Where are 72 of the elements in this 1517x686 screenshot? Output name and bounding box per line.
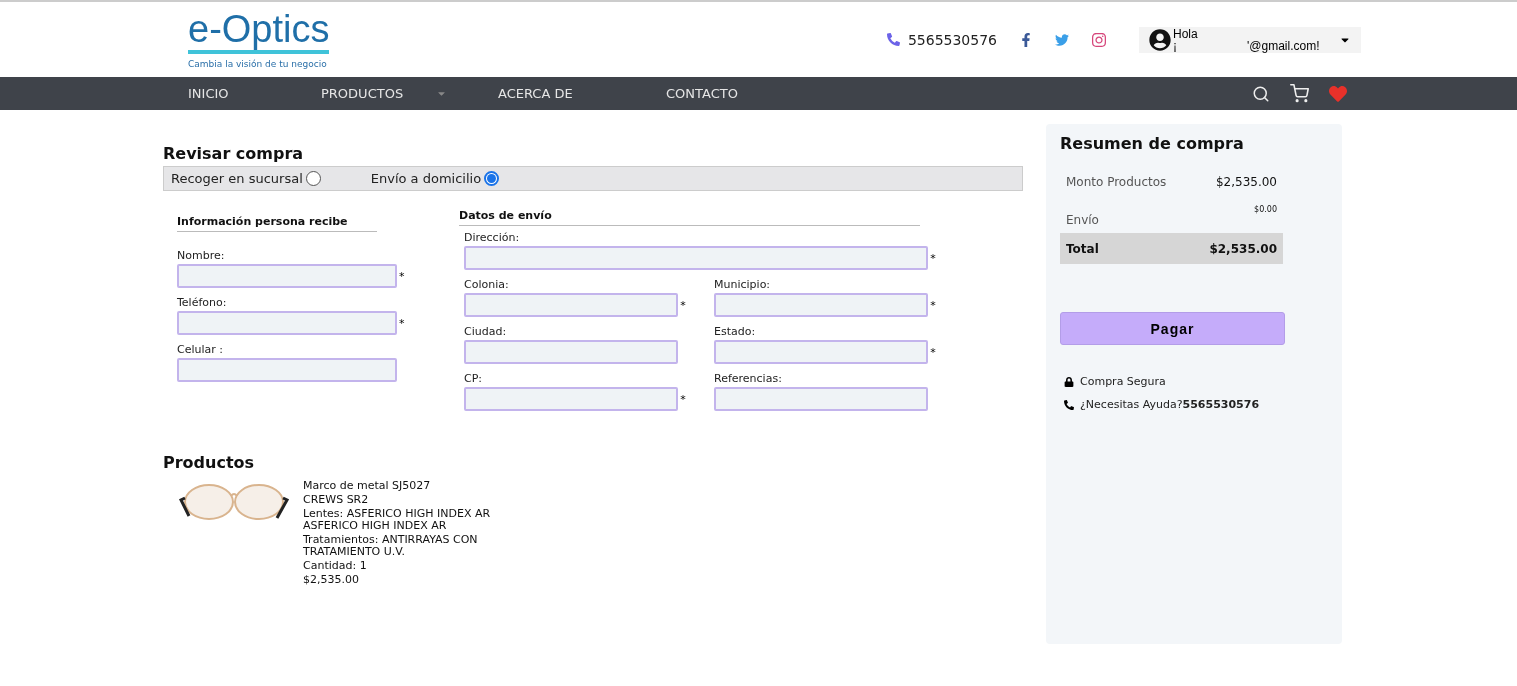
input-field[interactable]	[464, 387, 679, 411]
avatar-icon	[1149, 28, 1171, 51]
lock-icon	[1064, 376, 1074, 387]
field-label: Celular :	[177, 343, 224, 356]
required-mark: *	[680, 298, 687, 312]
field-label: Referencias:	[714, 372, 783, 385]
section-heading: Productos	[163, 453, 256, 472]
field-label: Estado:	[714, 325, 757, 338]
summary-title: Resumen de compra	[1060, 134, 1245, 153]
instagram-icon[interactable]	[1091, 31, 1107, 48]
required-mark: *	[399, 316, 406, 330]
nav-link[interactable]: ACERCA DE	[498, 86, 573, 101]
phone-icon	[1064, 399, 1074, 410]
page-title: Revisar compra	[163, 144, 305, 163]
input-field[interactable]	[464, 340, 679, 364]
summary-value: $0.00	[1254, 205, 1277, 214]
field-label: Municipio:	[714, 278, 772, 291]
input-field[interactable]	[177, 358, 397, 382]
nav-link[interactable]: PRODUCTOS	[321, 86, 404, 101]
input-field[interactable]	[714, 387, 929, 411]
phone-number: 5565530576	[907, 31, 997, 48]
product-detail: CREWS SR2	[303, 494, 370, 506]
summary-value: $2,535.00	[1209, 241, 1277, 256]
product-detail: $2,535.00	[303, 574, 360, 586]
required-mark: *	[930, 345, 937, 359]
summary-value: $2,535.00	[1215, 175, 1277, 189]
product-detail: Tratamientos: ANTIRRAYAS CON TRATAMIENTO U.V.	[303, 534, 479, 558]
input-field[interactable]	[177, 264, 397, 288]
logo-title[interactable]: e-Optics	[188, 10, 330, 54]
delivery-option[interactable]: Envío a domicilio	[370, 171, 500, 186]
radio-button[interactable]	[484, 171, 500, 186]
product-detail: Marco de metal SJ5027	[303, 480, 432, 492]
summary-label: Total	[1066, 241, 1099, 256]
delivery-option[interactable]: Recoger en sucursal	[171, 171, 321, 186]
cart-icon[interactable]	[1290, 84, 1309, 103]
field-label: Nombre:	[177, 249, 226, 262]
facebook-icon[interactable]	[1019, 32, 1033, 47]
summary-label: Monto Productos	[1066, 175, 1167, 189]
heart-icon[interactable]	[1329, 84, 1347, 103]
input-field[interactable]	[714, 293, 929, 317]
required-mark: *	[680, 392, 687, 406]
required-mark: *	[930, 251, 937, 265]
input-field[interactable]	[177, 311, 397, 335]
required-mark: *	[399, 269, 406, 283]
field-label: Ciudad:	[464, 325, 508, 338]
product-detail: Cantidad: 1	[303, 560, 368, 572]
greeting-text: Hola	[1173, 27, 1199, 40]
input-field[interactable]	[464, 293, 679, 317]
twitter-icon[interactable]	[1055, 32, 1069, 47]
user-menu[interactable]: Hola ¡ '@gmail.com!	[1139, 26, 1361, 53]
field-label: Teléfono:	[177, 296, 228, 309]
pay-button[interactable]: Pagar	[1060, 312, 1285, 345]
required-mark: *	[930, 298, 937, 312]
radio-button[interactable]	[305, 171, 321, 186]
section-title: Información persona recibe	[177, 215, 377, 232]
secure-text: Compra Segura	[1080, 375, 1166, 388]
help-text: ¿Necesitas Ayuda?5565530576	[1080, 398, 1260, 411]
summary-label: Envío	[1066, 213, 1099, 227]
email-text: '@gmail.com!	[1247, 39, 1320, 52]
section-title: Datos de envío	[459, 209, 920, 226]
field-label: Colonia:	[464, 278, 510, 291]
phone-icon	[886, 33, 900, 46]
email-text: ¡	[1173, 39, 1177, 52]
field-label: Dirección:	[464, 231, 521, 244]
field-label: CP:	[464, 372, 484, 385]
nav-link[interactable]: INICIO	[188, 86, 229, 101]
input-field[interactable]	[714, 340, 929, 364]
product-detail: Lentes: ASFERICO HIGH INDEX AR ASFERICO HIGH INDEX AR	[303, 508, 492, 532]
nav-link[interactable]: CONTACTO	[666, 86, 738, 101]
logo-tagline: Cambia la visión de tu negocio	[188, 59, 327, 69]
input-field[interactable]	[464, 246, 929, 270]
search-icon[interactable]	[1252, 84, 1270, 103]
